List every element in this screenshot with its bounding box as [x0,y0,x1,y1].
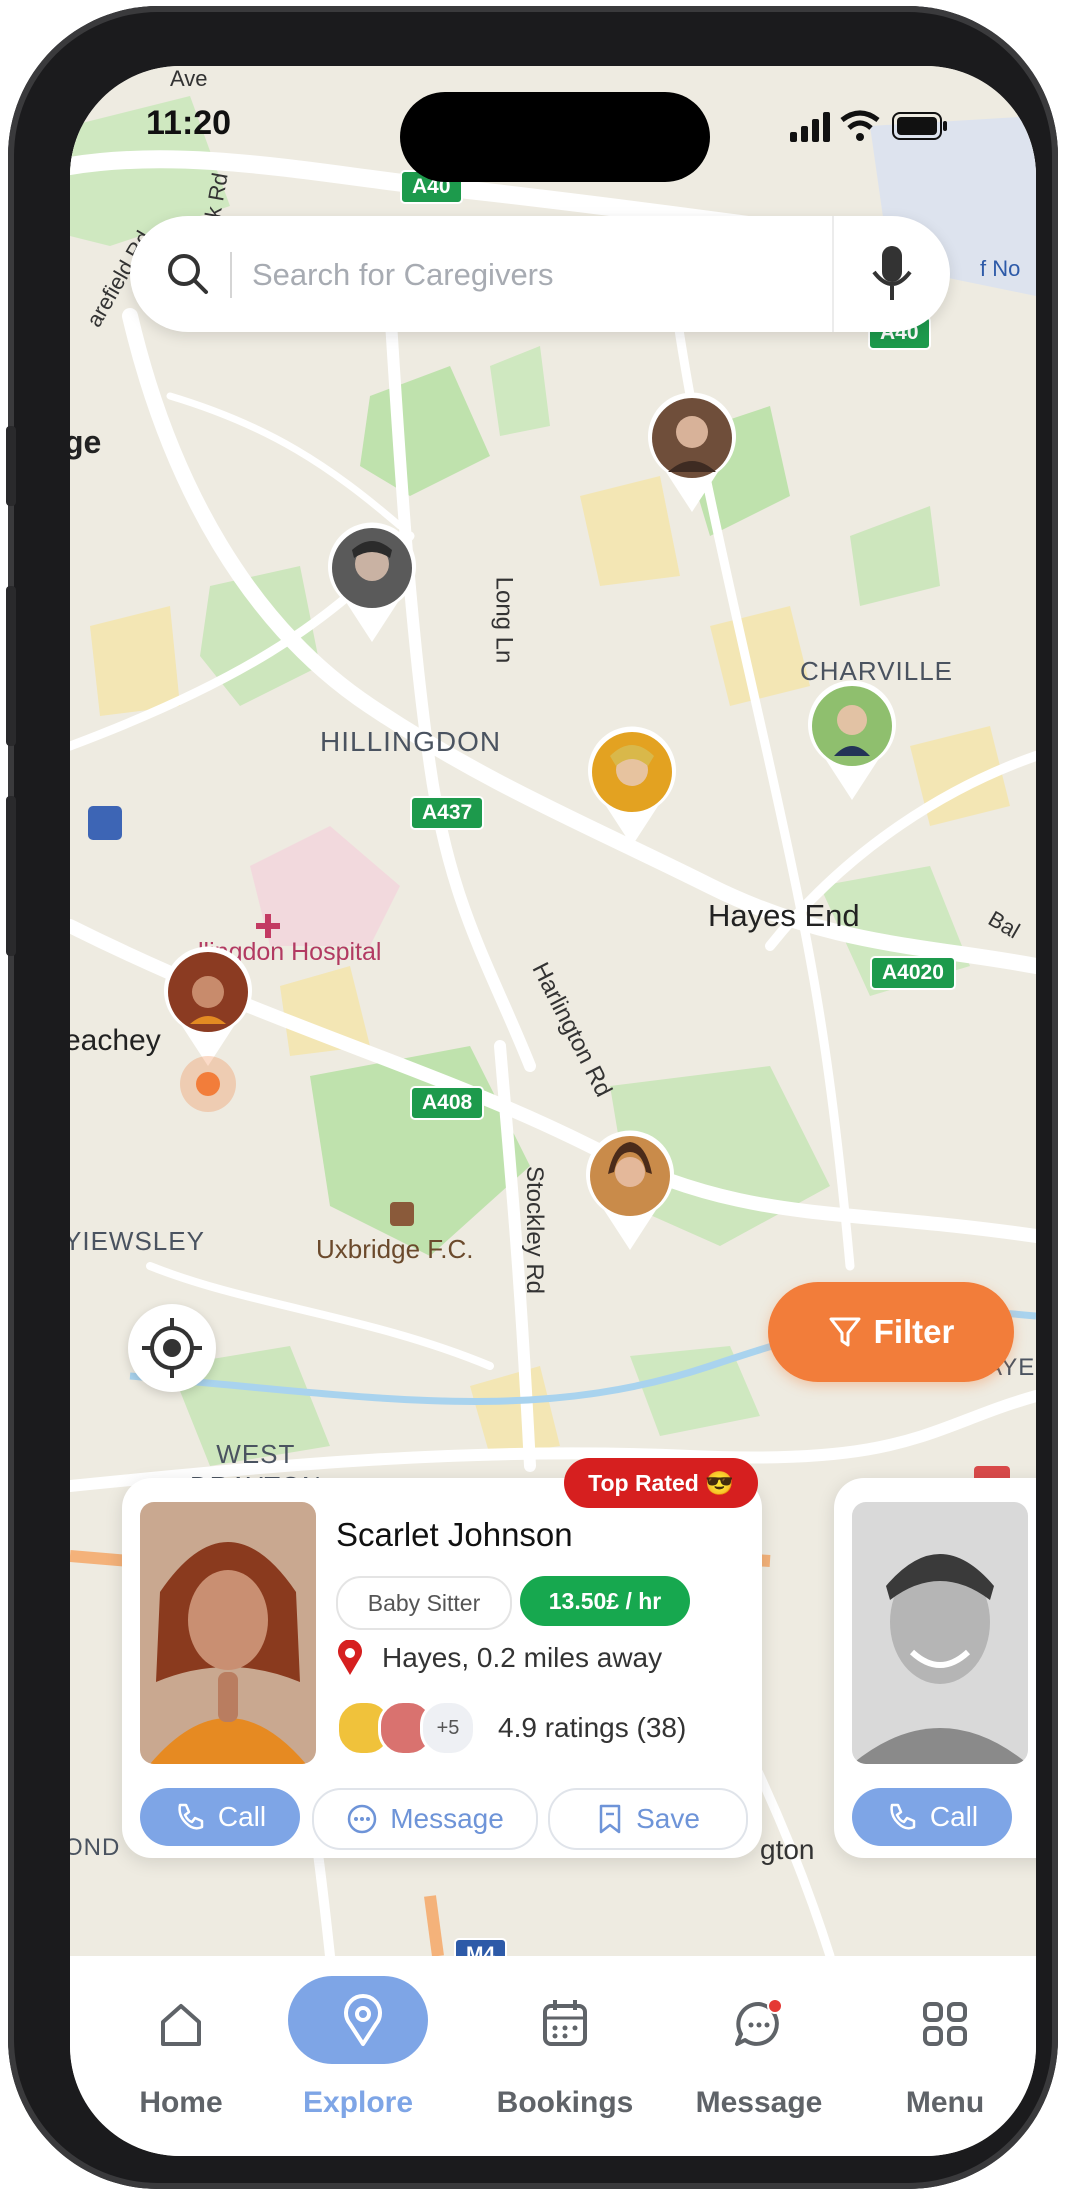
map-label-beachey: eachey [70,1024,161,1057]
map-label-long-ln: Long Ln [490,576,518,664]
road-badge-a408: A408 [410,1086,485,1120]
map-label-ton: gton [760,1834,815,1865]
battery-icon [892,112,948,140]
location-pin-icon [344,1994,382,2046]
caregiver-card[interactable]: Call [834,1478,1036,1858]
status-time: 11:20 [146,104,232,142]
ratings-text: 4.9 ratings (38) [498,1712,687,1743]
road-badge-a4020: A4020 [870,956,956,990]
screen: HILLINGDON CHARVILLE Hayes End llingdon … [70,66,1036,2156]
grid-icon [923,2002,967,2046]
selected-caregiver-map-pin[interactable] [162,946,254,1068]
map-label-ond: OND [70,1834,121,1861]
tab-explore[interactable]: Explore [288,1976,446,2126]
home-icon [161,2004,201,2046]
wifi-icon [840,110,880,142]
chat-icon [347,1804,377,1834]
current-selection-marker [180,1056,236,1112]
caregiver-photo [140,1502,316,1764]
train-station-icon [88,806,122,840]
caregiver-map-pin[interactable] [586,726,678,848]
tab-menu-label: Menu [905,2086,985,2119]
tab-message-label: Message [695,2086,823,2119]
tab-bookings-label: Bookings [496,2086,634,2119]
caregiver-map-pin[interactable] [584,1130,676,1252]
tab-menu[interactable]: Menu [870,1976,1020,2126]
phone-icon [178,1803,204,1830]
call-label: Call [217,1801,267,1832]
cellular-signal-icon [790,112,834,142]
stadium-icon [390,1202,414,1226]
tab-message[interactable]: Message [684,1976,834,2126]
message-label: Message [390,1803,504,1834]
road-badge-a437: A437 [410,796,485,830]
top-rated-badge: Top Rated 😎 [564,1458,758,1508]
tab-home[interactable]: Home [106,1976,256,2126]
map-label-f-no: f No [980,256,1021,281]
dynamic-island [400,92,710,182]
message-button[interactable]: Message [312,1788,538,1850]
map-label-yiewsley: YIEWSLEY [70,1226,205,1256]
phone-frame: HILLINGDON CHARVILLE Hayes End llingdon … [6,6,1058,2189]
save-label: Save [636,1803,700,1834]
side-button [6,426,16,506]
hospital-icon [256,914,280,938]
caregiver-card[interactable]: Scarlet Johnson Baby Sitter 13.50£ / hr … [122,1478,762,1858]
crosshair-icon [142,1318,202,1378]
filter-button[interactable]: Filter [768,1282,1014,1382]
more-reviewers-badge: +5 [420,1700,476,1756]
distance-text: Hayes, 0.2 miles away [382,1642,663,1673]
volume-down-button [6,796,16,956]
caregiver-photo [852,1502,1028,1764]
chat-bubble-icon [735,1998,783,2046]
bottom-tab-bar: Home Explore Bookings Message Menu [70,1956,1036,2156]
call-button[interactable]: Call [852,1788,1012,1846]
caregiver-map-pin[interactable] [646,392,738,514]
location-pin-icon [338,1640,362,1675]
tab-bookings[interactable]: Bookings [490,1976,640,2126]
distance-row: Hayes, 0.2 miles away [336,1640,662,1676]
search-divider [230,252,232,298]
status-bar: 11:20 [70,66,1036,186]
ratings-row: +5 4.9 ratings (38) [336,1700,686,1756]
filter-icon [829,1317,861,1347]
search-icon [162,248,214,300]
map-label-stockley-rd: Stockley Rd [521,1165,549,1295]
microphone-icon [872,246,912,300]
tab-explore-label: Explore [302,2086,414,2119]
caregiver-name: Scarlet Johnson [336,1516,573,1553]
role-chip: Baby Sitter [336,1576,512,1630]
search-input[interactable] [250,246,834,304]
call-label: Call [929,1801,979,1832]
phone-icon [890,1803,916,1830]
my-location-button[interactable] [128,1304,216,1392]
call-button[interactable]: Call [140,1788,300,1846]
volume-up-button [6,586,16,746]
hourly-rate-chip: 13.50£ / hr [520,1576,690,1626]
map-label-uxbridge-fc: Uxbridge F.C. [316,1234,474,1264]
save-button[interactable]: Save [548,1788,748,1850]
map-label-hayes-end: Hayes End [708,898,860,933]
filter-label: Filter [873,1313,955,1350]
caregiver-map-pin[interactable] [326,522,418,644]
map-label-ge: ge [70,424,102,460]
voice-search-button[interactable] [832,216,950,332]
bookmark-icon [599,1804,621,1834]
map-label-hillingdon: HILLINGDON [320,726,502,757]
search-bar[interactable] [130,216,950,332]
caregiver-map-pin[interactable] [806,680,898,802]
tab-home-label: Home [139,2086,223,2119]
calendar-icon [543,2000,587,2046]
